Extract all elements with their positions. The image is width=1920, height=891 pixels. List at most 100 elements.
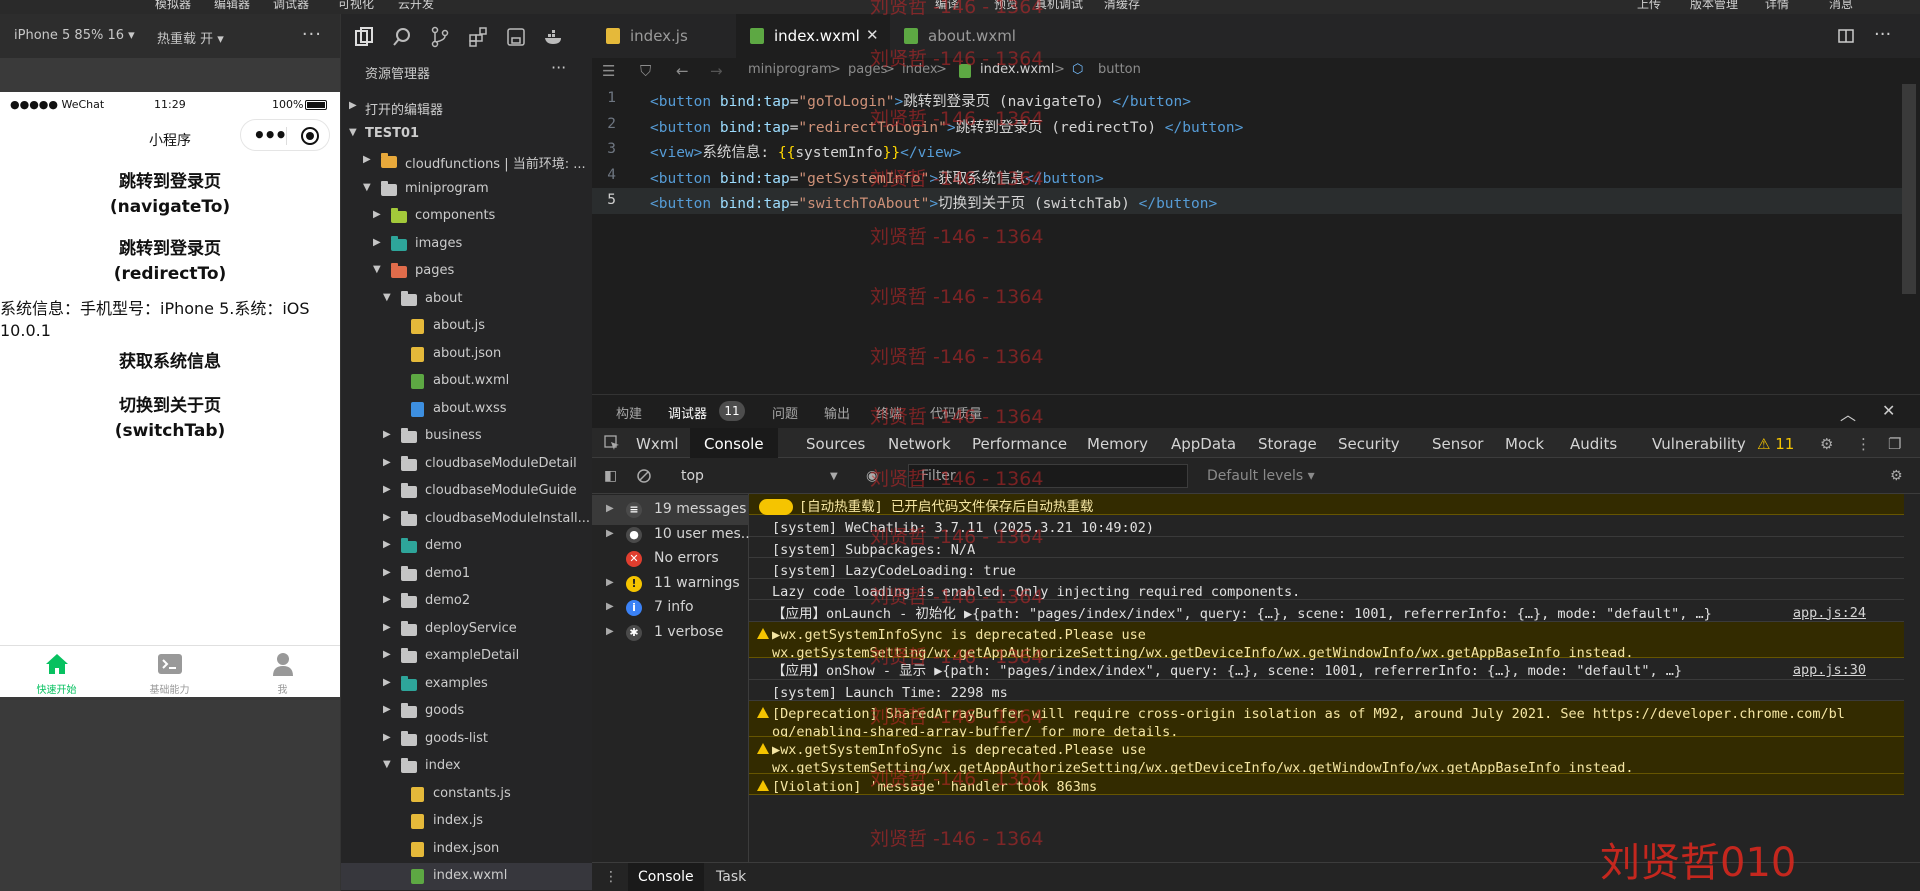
tree-folder[interactable]: ▶ goods-list (341, 726, 593, 753)
chevron-right-icon[interactable]: ▶ (383, 484, 391, 495)
chevron-down-icon[interactable]: ▼ (830, 471, 838, 482)
switch-to-about-button[interactable]: 切换到关于页 (switchTab) (0, 394, 340, 444)
more-vertical-icon[interactable]: ⋮ (1856, 435, 1871, 453)
chevron-right-icon[interactable]: ▶ (606, 601, 614, 612)
tree-file[interactable]: about.wxml (341, 368, 593, 395)
source-link[interactable]: app.js:30 (1793, 662, 1866, 678)
extensions-icon[interactable] (467, 26, 489, 48)
devtab-security[interactable]: Security (1338, 435, 1400, 453)
chevron-right-icon[interactable]: ▶ (606, 626, 614, 637)
close-circle-icon[interactable] (301, 127, 319, 145)
tab-quick-start[interactable]: 快速开始 (0, 646, 113, 698)
tab-index-js[interactable]: index.js (592, 14, 736, 58)
editor-scrollbar[interactable] (1902, 84, 1916, 294)
context-selector[interactable]: top (681, 468, 704, 484)
drawer-tab-console[interactable]: Console (628, 863, 704, 891)
tree-folder[interactable]: ▶ demo2 (341, 588, 593, 615)
forward-arrow-icon[interactable]: → (710, 62, 723, 80)
devtab-vulnerability[interactable]: Vulnerability (1652, 435, 1746, 453)
drawer-tab-task[interactable]: Task (716, 869, 746, 885)
tab-output[interactable]: 输出 (824, 403, 850, 422)
chevron-right-icon[interactable]: ▶ (383, 622, 391, 633)
console-message-text[interactable]: [system] LazyCodeLoading: true (772, 562, 1016, 580)
code-editor[interactable]: 1 <button bind:tap="goToLogin">跳转到登录页 (na… (592, 84, 1920, 394)
more-dots-icon[interactable]: ••• (253, 123, 287, 147)
tree-folder[interactable]: ▶ demo1 (341, 561, 593, 588)
chevron-right-icon[interactable]: ▶ (606, 503, 614, 514)
storage-icon[interactable] (505, 26, 527, 48)
close-icon[interactable]: ✕ (866, 26, 879, 44)
files-icon[interactable] (353, 26, 375, 48)
code-line[interactable]: 3 <view>系统信息: {{systemInfo}}</view> (592, 137, 1902, 163)
chevron-right-icon[interactable]: ▶ (363, 154, 371, 165)
chevron-right-icon[interactable]: ▶ (383, 732, 391, 743)
tree-file[interactable]: constants.js (341, 781, 593, 808)
menu-item[interactable]: 调试器 (273, 0, 309, 12)
undock-icon[interactable]: ❐ (1888, 435, 1901, 453)
chevron-up-icon[interactable]: ︿ (1840, 401, 1856, 425)
devtab-sources[interactable]: Sources (806, 435, 865, 453)
chevron-down-icon[interactable]: ▼ (383, 292, 391, 303)
tree-folder[interactable]: ▼ pages (341, 258, 593, 285)
gear-icon[interactable]: ⚙ (1890, 468, 1903, 484)
tab-debugger[interactable]: 调试器 (668, 403, 707, 422)
tree-file[interactable]: index.js (341, 808, 593, 835)
console-scrollbar[interactable] (1904, 494, 1920, 862)
tree-folder[interactable]: ▼ about (341, 286, 593, 313)
docker-icon[interactable] (543, 26, 565, 48)
section-project[interactable]: ▼ TEST01 (341, 121, 593, 148)
devtab-appdata[interactable]: AppData (1171, 435, 1236, 453)
tree-file[interactable]: about.json (341, 341, 593, 368)
chevron-right-icon[interactable]: ▶ (606, 528, 614, 539)
warning-count[interactable]: ⚠ 11 (1757, 435, 1794, 453)
menu-item[interactable]: 云开发 (398, 0, 434, 12)
search-icon[interactable] (391, 26, 413, 48)
console-filter-item[interactable]: ▶ ✱ 1 verbose (592, 618, 749, 648)
chevron-right-icon[interactable]: ▶ (383, 512, 391, 523)
redirect-to-login-button[interactable]: 跳转到登录页 (redirectTo) (0, 237, 340, 287)
devtab-mock[interactable]: Mock (1505, 435, 1544, 453)
chevron-right-icon[interactable]: ▶ (383, 539, 391, 550)
menu-item[interactable]: 详情 (1765, 0, 1789, 12)
device-selector[interactable]: iPhone 5 85% 16 ▾ (14, 28, 135, 43)
more-vertical-icon[interactable]: ⋮ (604, 869, 618, 885)
tree-file[interactable]: about.js (341, 313, 593, 340)
tree-folder[interactable]: ▶ exampleDetail (341, 643, 593, 670)
hot-reload-toggle[interactable]: 热重载 开 ▾ (157, 28, 224, 47)
devtab-wxml[interactable]: Wxml (636, 435, 679, 453)
devtab-sensor[interactable]: Sensor (1432, 435, 1483, 453)
navigate-to-login-button[interactable]: 跳转到登录页 (navigateTo) (0, 170, 340, 220)
devtab-memory[interactable]: Memory (1087, 435, 1148, 453)
tree-folder[interactable]: ▶ deployService (341, 616, 593, 643)
back-arrow-icon[interactable]: ← (676, 62, 689, 80)
split-editor-icon[interactable] (1838, 28, 1854, 44)
code-line[interactable]: 1 <button bind:tap="goToLogin">跳转到登录页 (na… (592, 86, 1902, 112)
tab-build[interactable]: 构建 (616, 403, 642, 422)
tree-file[interactable]: index.wxml (341, 863, 593, 890)
tree-folder[interactable]: ▼ miniprogram (341, 176, 593, 203)
devtab-console[interactable]: Console (690, 428, 778, 458)
chevron-right-icon[interactable]: ▶ (383, 429, 391, 440)
code-line[interactable]: 5 <button bind:tap="switchToAbout">切换到关于页… (592, 188, 1902, 214)
tab-problems[interactable]: 问题 (772, 403, 798, 422)
bookmark-icon[interactable]: ⛉ (640, 62, 651, 80)
tree-file[interactable]: index.json (341, 836, 593, 863)
crumb-element[interactable]: button (1098, 62, 1141, 77)
devtab-network[interactable]: Network (888, 435, 951, 453)
tree-folder[interactable]: ▼ index (341, 753, 593, 780)
close-icon[interactable]: ✕ (1882, 401, 1895, 420)
tree-folder[interactable]: ▶ cloudfunctions | 当前环境: ... (341, 148, 593, 175)
source-link[interactable]: app.js:24 (1793, 605, 1866, 621)
more-icon[interactable]: ··· (302, 24, 322, 45)
chevron-right-icon[interactable]: ▶ (606, 577, 614, 588)
outline-icon[interactable]: ☰ (602, 62, 615, 80)
crumb-miniprogram[interactable]: miniprogram (748, 62, 832, 77)
console-message-text[interactable]: [system] Launch Time: 2298 ms (772, 684, 1008, 702)
menu-item[interactable]: 上传 (1637, 0, 1661, 12)
tree-folder[interactable]: ▶ images (341, 231, 593, 258)
get-system-info-button[interactable]: 获取系统信息 (0, 350, 340, 375)
menu-item[interactable]: 消息 (1829, 0, 1853, 12)
more-icon[interactable]: ··· (551, 58, 566, 77)
menu-item[interactable]: 编辑器 (214, 0, 250, 12)
source-control-icon[interactable] (429, 26, 451, 48)
